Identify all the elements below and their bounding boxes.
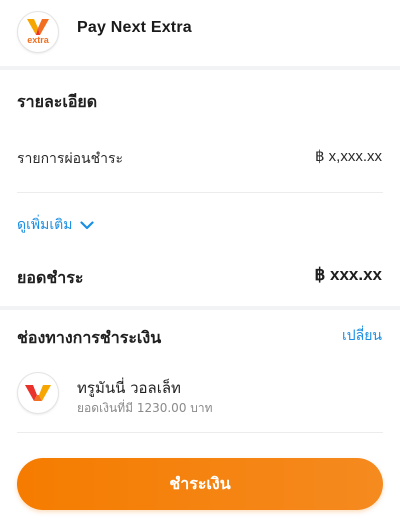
wallet-balance: ยอดเงินที่มี 1230.00 บาท	[77, 401, 213, 415]
truemoney-wallet-icon	[17, 372, 59, 414]
extra-logo-icon: extra	[17, 11, 59, 53]
see-more-button[interactable]: ดูเพิ่มเติม	[17, 214, 95, 236]
divider	[17, 432, 383, 433]
app-header: extra Pay Next Extra	[0, 0, 400, 66]
total-label: ยอดชำระ	[17, 268, 84, 287]
see-more-label: ดูเพิ่มเติม	[17, 217, 73, 233]
installment-label: รายการผ่อนชำระ	[17, 151, 124, 167]
installment-value: ฿ x,xxx.xx	[314, 148, 382, 165]
wallet-name: ทรูมันนี่ วอลเล็ท	[77, 379, 181, 397]
total-value: ฿ xxx.xx	[314, 265, 382, 284]
pay-button[interactable]: ชำระเงิน	[17, 458, 383, 510]
chevron-down-icon	[80, 220, 95, 229]
details-section-title: รายละเอียด	[17, 92, 98, 111]
wallet-logo-mark	[25, 385, 51, 401]
change-payment-button[interactable]: เปลี่ยน	[342, 325, 382, 347]
logo-text: extra	[27, 35, 49, 45]
divider	[17, 192, 383, 193]
payment-method-title: ช่องทางการชำระเงิน	[17, 328, 162, 347]
page-title: Pay Next Extra	[77, 19, 192, 36]
extra-logo-mark	[27, 19, 49, 35]
